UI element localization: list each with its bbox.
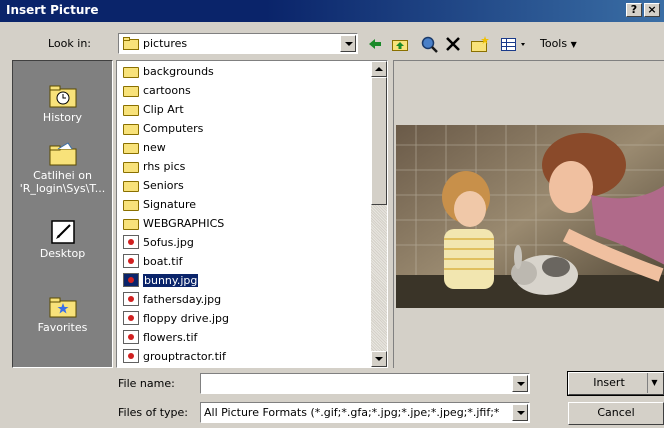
place-label: Desktop bbox=[39, 247, 86, 260]
desktop-icon bbox=[50, 220, 75, 244]
folder-icon bbox=[123, 199, 139, 211]
place-network[interactable]: Catlihei on 'R_login\Sys\T... bbox=[13, 141, 112, 195]
insert-picture-dialog: Insert Picture ? × Look in: pictures Too… bbox=[0, 0, 664, 428]
list-item[interactable]: backgrounds bbox=[123, 62, 214, 80]
filetype-dropdown[interactable]: All Picture Formats (*.gif;*.gfa;*.jpg;*… bbox=[200, 402, 530, 423]
list-item[interactable]: grouptractor.tif bbox=[123, 347, 226, 365]
preview-pane bbox=[393, 60, 664, 368]
list-item[interactable]: Computers bbox=[123, 119, 203, 137]
history-icon bbox=[49, 85, 76, 108]
new-folder-icon[interactable] bbox=[470, 35, 490, 53]
place-label: History bbox=[42, 111, 83, 124]
folder-icon bbox=[123, 123, 139, 135]
filename-label: File name: bbox=[118, 377, 175, 390]
title-bar[interactable]: Insert Picture ? × bbox=[0, 0, 664, 22]
place-label: Catlihei on 'R_login\Sys\T... bbox=[19, 169, 106, 195]
image-file-icon bbox=[123, 311, 139, 325]
image-file-icon bbox=[123, 292, 139, 306]
tools-menu[interactable]: Tools ▼ bbox=[540, 37, 577, 50]
scroll-up-button[interactable] bbox=[371, 61, 387, 77]
filetype-dropdown-arrow[interactable] bbox=[512, 404, 528, 421]
list-item-selected[interactable]: bunny.jpg bbox=[123, 271, 200, 289]
folder-icon bbox=[123, 85, 139, 97]
close-button[interactable]: × bbox=[644, 3, 660, 17]
network-folder-icon bbox=[49, 142, 76, 166]
vertical-scrollbar[interactable] bbox=[371, 61, 387, 367]
filetype-label: Files of type: bbox=[118, 406, 189, 419]
image-file-icon bbox=[123, 273, 139, 287]
scroll-down-button[interactable] bbox=[371, 351, 387, 367]
dialog-title: Insert Picture bbox=[6, 3, 99, 17]
folder-icon bbox=[123, 180, 139, 192]
preview-image bbox=[396, 125, 664, 308]
list-item[interactable]: cartoons bbox=[123, 81, 191, 99]
places-bar: History Catlihei on 'R_login\Sys\T... De… bbox=[12, 60, 113, 368]
folder-icon bbox=[123, 161, 139, 173]
lookin-dropdown-arrow[interactable] bbox=[340, 35, 356, 52]
views-icon[interactable] bbox=[500, 35, 528, 53]
image-file-icon bbox=[123, 349, 139, 363]
scroll-thumb[interactable] bbox=[371, 77, 387, 205]
back-arrow-icon[interactable] bbox=[366, 35, 384, 53]
lookin-label: Look in: bbox=[48, 37, 91, 50]
chevron-down-icon: ▼ bbox=[570, 40, 577, 49]
place-history[interactable]: History bbox=[13, 83, 112, 124]
filetype-value: All Picture Formats (*.gif;*.gfa;*.jpg;*… bbox=[204, 406, 500, 419]
lookin-dropdown[interactable]: pictures bbox=[118, 33, 358, 54]
list-item[interactable]: 5ofus.jpg bbox=[123, 233, 194, 251]
tools-menu-label: Tools bbox=[540, 37, 568, 50]
file-list[interactable]: backgrounds cartoons Clip Art Computers … bbox=[116, 60, 388, 368]
image-file-icon bbox=[123, 254, 139, 268]
image-file-icon bbox=[123, 330, 139, 344]
insert-button-label: Insert bbox=[593, 376, 625, 389]
folder-icon bbox=[123, 142, 139, 154]
place-desktop[interactable]: Desktop bbox=[13, 219, 112, 260]
search-web-icon[interactable] bbox=[420, 35, 440, 53]
place-favorites[interactable]: Favorites bbox=[13, 293, 112, 334]
filename-dropdown-arrow[interactable] bbox=[512, 375, 528, 392]
list-item[interactable]: new bbox=[123, 138, 166, 156]
folder-icon bbox=[123, 218, 139, 230]
chevron-down-icon[interactable]: ▼ bbox=[647, 373, 661, 393]
lookin-value: pictures bbox=[143, 37, 188, 50]
delete-icon[interactable] bbox=[444, 35, 462, 53]
list-item[interactable]: boat.tif bbox=[123, 252, 183, 270]
list-item[interactable]: Seniors bbox=[123, 176, 184, 194]
up-folder-icon[interactable] bbox=[390, 35, 410, 53]
folder-icon bbox=[123, 66, 139, 78]
list-item[interactable]: WEBGRAPHICS bbox=[123, 214, 224, 232]
list-item[interactable]: Clip Art bbox=[123, 100, 184, 118]
image-file-icon bbox=[123, 235, 139, 249]
folder-icon bbox=[123, 104, 139, 116]
help-button[interactable]: ? bbox=[626, 3, 642, 17]
list-item[interactable]: flowers.tif bbox=[123, 328, 197, 346]
filename-input[interactable] bbox=[200, 373, 530, 394]
favorites-icon bbox=[49, 297, 76, 318]
insert-button[interactable]: Insert ▼ bbox=[567, 371, 664, 396]
list-item[interactable]: rhs pics bbox=[123, 157, 185, 175]
place-label: Favorites bbox=[37, 321, 88, 334]
folder-icon bbox=[123, 37, 139, 50]
list-item[interactable]: fathersday.jpg bbox=[123, 290, 221, 308]
list-item[interactable]: Signature bbox=[123, 195, 196, 213]
list-item[interactable]: floppy drive.jpg bbox=[123, 309, 229, 327]
cancel-button[interactable]: Cancel bbox=[568, 402, 664, 425]
